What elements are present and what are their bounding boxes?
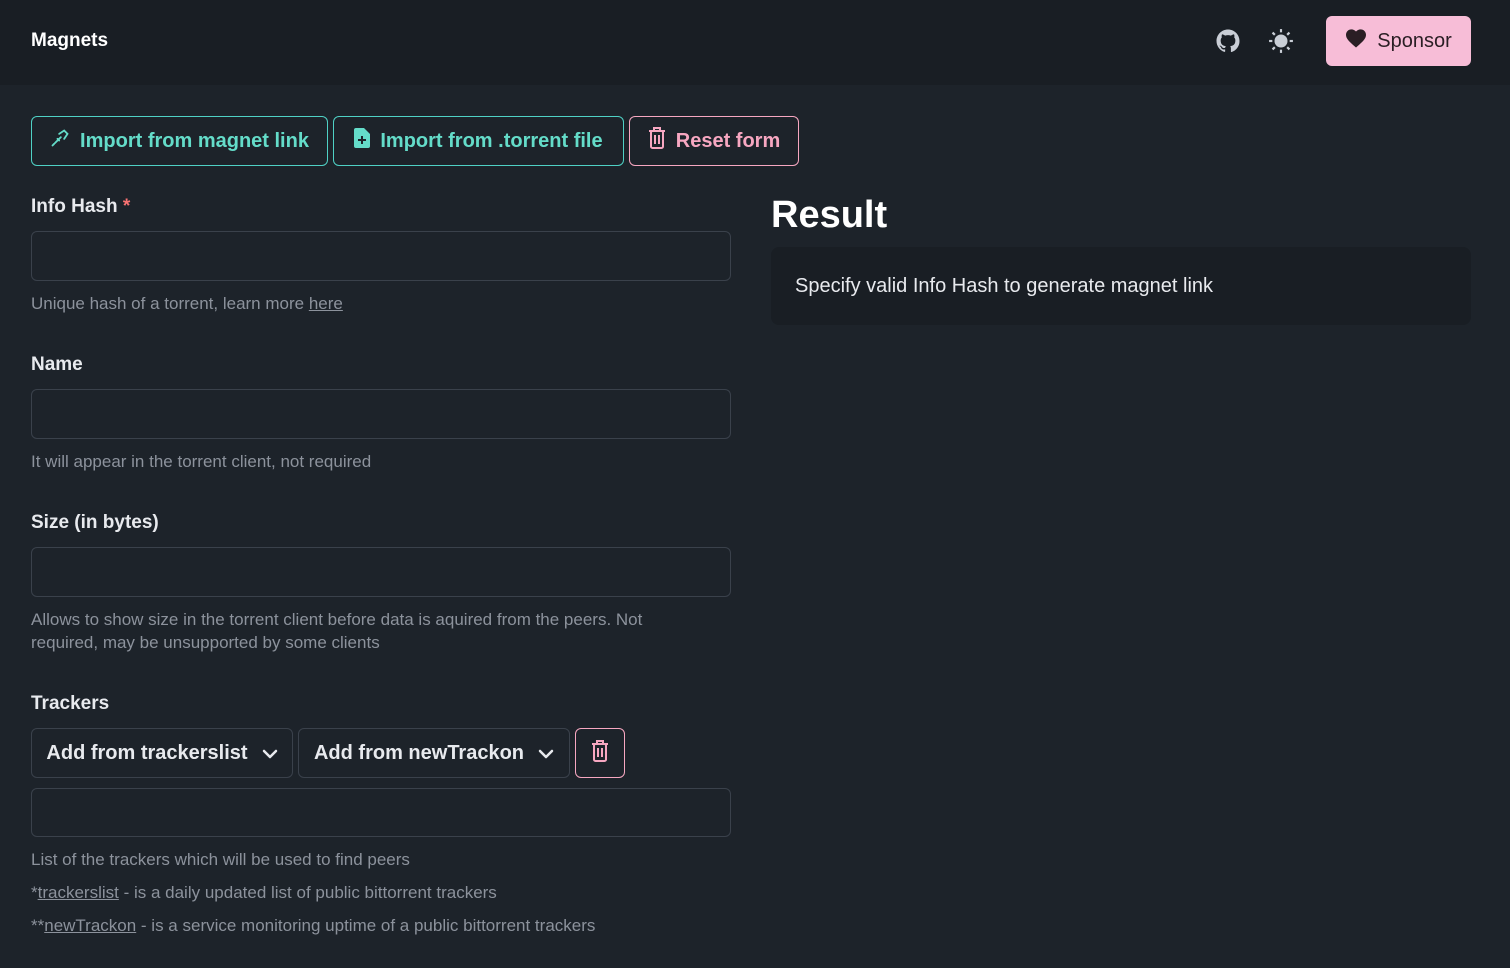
info-hash-help-text: Unique hash of a torrent, learn more [31, 294, 309, 313]
required-mark: * [122, 196, 131, 217]
newtrackon-note: **newTrackon - is a service monitoring u… [31, 914, 595, 937]
reset-form-button[interactable]: Reset form [629, 116, 799, 166]
note2-prefix: ** [31, 916, 45, 935]
size-input[interactable] [31, 547, 731, 597]
clear-trackers-button[interactable] [575, 728, 625, 778]
reset-form-label: Reset form [675, 129, 781, 152]
file-plus-icon [354, 128, 371, 154]
name-help: It will appear in the torrent client, no… [31, 452, 372, 471]
trash-icon [648, 127, 666, 155]
info-hash-input[interactable] [31, 231, 731, 281]
result-message: Specify valid Info Hash to generate magn… [795, 274, 1214, 297]
result-box: Specify valid Info Hash to generate magn… [771, 247, 1471, 325]
result-title: Result [771, 194, 888, 236]
size-label: Size (in bytes) [31, 512, 159, 533]
heart-icon [1345, 28, 1367, 54]
note2-text: - is a service monitoring uptime of a pu… [136, 916, 596, 935]
info-hash-help: Unique hash of a torrent, learn more her… [31, 292, 343, 315]
sun-icon[interactable] [1268, 28, 1294, 54]
size-help: Allows to show size in the torrent clien… [31, 608, 642, 654]
magnet-icon [50, 128, 70, 154]
github-icon[interactable] [1215, 28, 1241, 54]
sponsor-button[interactable]: Sponsor [1326, 16, 1471, 66]
trash-icon [591, 739, 609, 767]
chevron-down-icon [262, 742, 278, 765]
info-hash-label: Info Hash * [31, 196, 130, 218]
note1-prefix: * [31, 883, 38, 902]
size-help-line2: required, may be unsupported by some cli… [31, 633, 380, 652]
learn-more-link[interactable]: here [309, 294, 343, 313]
info-hash-label-text: Info Hash [31, 196, 118, 217]
chevron-down-icon [538, 742, 554, 765]
import-torrent-label: Import from .torrent file [380, 129, 603, 152]
brand-title[interactable]: Magnets [31, 30, 108, 52]
newtrackon-link[interactable]: newTrackon [44, 916, 136, 935]
trackers-help: List of the trackers which will be used … [31, 850, 410, 869]
sponsor-label: Sponsor [1377, 29, 1452, 52]
add-trackerslist-dropdown[interactable]: Add from trackerslist [31, 728, 293, 778]
import-torrent-button[interactable]: Import from .torrent file [333, 116, 624, 166]
import-magnet-label: Import from magnet link [80, 129, 309, 152]
import-magnet-button[interactable]: Import from magnet link [31, 116, 328, 166]
trackers-textarea[interactable] [31, 788, 731, 837]
trackers-label: Trackers [31, 693, 110, 714]
navbar: Magnets Sponsor [0, 0, 1510, 85]
name-label: Name [31, 354, 83, 375]
note1-text: - is a daily updated list of public bitt… [118, 883, 497, 902]
add-trackerslist-label: Add from trackerslist [46, 741, 248, 764]
trackerslist-link[interactable]: trackerslist [38, 883, 119, 902]
add-newtrackon-label: Add from newTrackon [313, 741, 525, 764]
name-input[interactable] [31, 389, 731, 439]
size-help-line1: Allows to show size in the torrent clien… [31, 610, 643, 629]
add-newtrackon-dropdown[interactable]: Add from newTrackon [298, 728, 570, 778]
trackerslist-note: *trackerslist - is a daily updated list … [31, 881, 497, 904]
